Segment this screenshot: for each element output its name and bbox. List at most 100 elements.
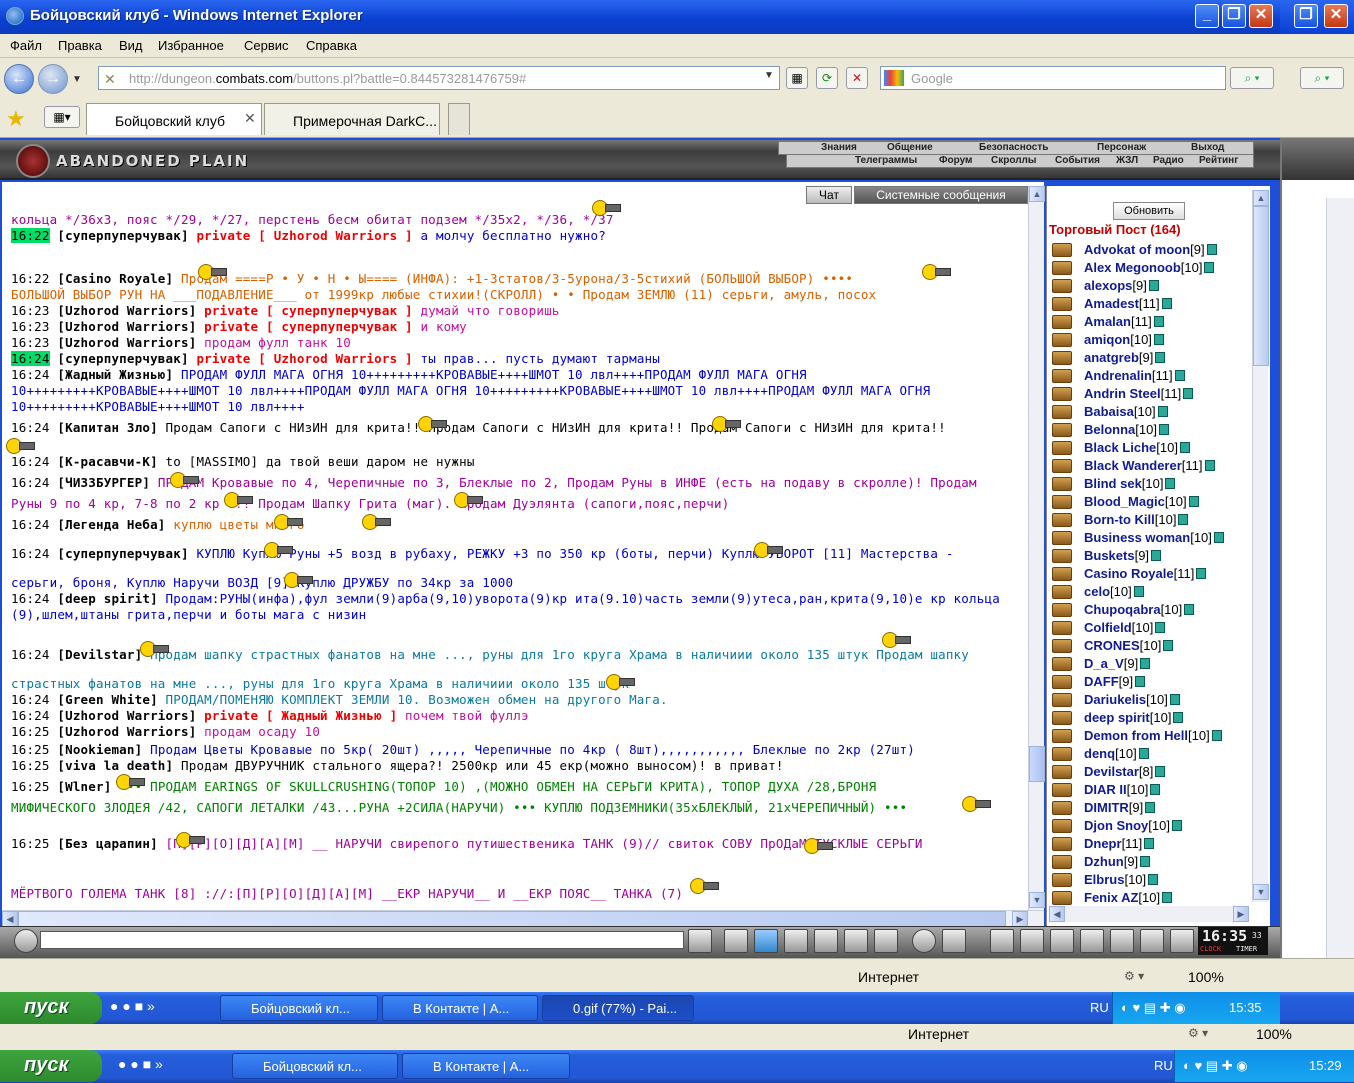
user-nick[interactable]: alexops bbox=[1084, 278, 1132, 293]
user-name[interactable]: alexops[9] bbox=[1084, 278, 1159, 293]
private-message-icon[interactable] bbox=[1052, 423, 1072, 437]
background-task-vkontakte[interactable]: В Контакте | А... bbox=[402, 1053, 570, 1079]
translit-icon[interactable] bbox=[942, 929, 966, 953]
user-nick[interactable]: Amadest bbox=[1084, 296, 1139, 311]
task-vkontakte[interactable]: В Контакте | А... bbox=[382, 995, 538, 1021]
nav-zhzl[interactable]: ЖЗЛ bbox=[1116, 155, 1138, 166]
hand-icon[interactable] bbox=[14, 929, 38, 953]
walk-icon[interactable] bbox=[814, 929, 838, 953]
user-name[interactable]: Belonna[10] bbox=[1084, 422, 1169, 437]
message-author[interactable]: [Wlner] bbox=[57, 779, 111, 794]
user-name[interactable]: Babaisa[10] bbox=[1084, 404, 1168, 419]
private-recipient[interactable]: private [ суперпуперчувак ] bbox=[204, 319, 413, 334]
language-indicator[interactable]: RU bbox=[1090, 1000, 1109, 1015]
info-icon[interactable] bbox=[1211, 730, 1222, 741]
user-nick[interactable]: anatgreb bbox=[1084, 350, 1139, 365]
recent-pages-chevron-icon[interactable]: ▼ bbox=[72, 74, 82, 85]
background-close-button[interactable]: ✕ bbox=[1324, 4, 1348, 28]
scroll-right-icon[interactable]: ▶ bbox=[1012, 911, 1028, 927]
nav-events[interactable]: События bbox=[1055, 155, 1100, 166]
message-author[interactable]: [Devilstar] bbox=[57, 647, 142, 662]
info-icon[interactable] bbox=[1155, 766, 1166, 777]
user-nick[interactable]: Andrin Steel bbox=[1084, 386, 1161, 401]
user-name[interactable]: deep spirit[10] bbox=[1084, 710, 1184, 725]
message-author[interactable]: [Uzhorod Warriors] bbox=[57, 303, 196, 318]
inventory-icon[interactable] bbox=[1050, 929, 1074, 953]
music-icon[interactable] bbox=[874, 929, 898, 953]
private-message-icon[interactable] bbox=[1052, 729, 1072, 743]
private-message-icon[interactable] bbox=[1052, 747, 1072, 761]
user-name[interactable]: Black Liche[10] bbox=[1084, 440, 1190, 455]
tab-darkc[interactable]: Примерочная DarkC... bbox=[264, 103, 440, 135]
stop-icon[interactable]: ✕ bbox=[846, 67, 868, 89]
user-scroll-right-icon[interactable]: ▶ bbox=[1233, 906, 1249, 922]
private-message-icon[interactable] bbox=[1052, 315, 1072, 329]
info-icon[interactable] bbox=[1206, 244, 1217, 255]
forward-button[interactable]: → bbox=[38, 64, 68, 94]
user-name[interactable]: Casino Royale[11] bbox=[1084, 566, 1207, 581]
info-icon[interactable] bbox=[1148, 874, 1159, 885]
user-name[interactable]: Dnepr[11] bbox=[1084, 836, 1155, 851]
message-author[interactable]: [deep spirit] bbox=[57, 591, 157, 606]
address-input[interactable]: http://dungeon.combats.com/buttons.pl?ba… bbox=[98, 66, 780, 90]
info-icon[interactable] bbox=[1133, 586, 1144, 597]
scroll-icon[interactable] bbox=[1020, 929, 1044, 953]
chat-scrollbar[interactable]: ▲ ▼ bbox=[1028, 186, 1045, 910]
new-tab-button[interactable] bbox=[448, 103, 470, 135]
private-recipient[interactable]: private [ Жадный Жизнью ] bbox=[204, 708, 397, 723]
user-nick[interactable]: DIMITR bbox=[1084, 800, 1129, 815]
background-task-fight-club[interactable]: Бойцовский кл... bbox=[232, 1053, 398, 1079]
maximize-button[interactable]: ❐ bbox=[1222, 4, 1246, 28]
info-icon[interactable] bbox=[1144, 838, 1155, 849]
user-name[interactable]: Dariukelis[10] bbox=[1084, 692, 1180, 707]
user-list-hscrollbar[interactable]: ◀ ▶ bbox=[1049, 906, 1249, 922]
user-name[interactable]: Chupoqabra[10] bbox=[1084, 602, 1195, 617]
background-language-indicator[interactable]: RU bbox=[1154, 1058, 1173, 1073]
info-icon[interactable] bbox=[1178, 514, 1189, 525]
task-paint[interactable]: 0.gif (77%) - Pai... bbox=[542, 995, 694, 1021]
info-icon[interactable] bbox=[1169, 694, 1180, 705]
info-icon[interactable] bbox=[1145, 802, 1156, 813]
user-name[interactable]: Colfield[10] bbox=[1084, 620, 1166, 635]
user-nick[interactable]: Black Liche bbox=[1084, 440, 1156, 455]
smiley-icon[interactable] bbox=[912, 929, 936, 953]
info-icon[interactable] bbox=[1148, 280, 1159, 291]
background-zoom-level[interactable]: 100% bbox=[1256, 1026, 1292, 1042]
user-nick[interactable]: Advokat of moon bbox=[1084, 242, 1190, 257]
message-author[interactable]: [Жадный Жизнью] bbox=[57, 367, 173, 382]
info-icon[interactable] bbox=[1153, 334, 1164, 345]
private-message-icon[interactable] bbox=[1052, 459, 1072, 473]
menu-help[interactable]: Справка bbox=[306, 38, 357, 53]
private-message-icon[interactable] bbox=[1052, 837, 1072, 851]
user-name[interactable]: Blood_Magic[10] bbox=[1084, 494, 1199, 509]
user-nick[interactable]: Belonna bbox=[1084, 422, 1135, 437]
user-nick[interactable]: Alex Megonoob bbox=[1084, 260, 1181, 275]
refresh-button[interactable]: Обновить bbox=[1113, 202, 1185, 220]
user-nick[interactable]: amiqon bbox=[1084, 332, 1130, 347]
user-nick[interactable]: Dzhun bbox=[1084, 854, 1124, 869]
user-nick[interactable]: D_a_V bbox=[1084, 656, 1124, 671]
fight-icon[interactable] bbox=[1110, 929, 1134, 953]
private-message-icon[interactable] bbox=[1052, 657, 1072, 671]
info-icon[interactable] bbox=[1196, 568, 1207, 579]
send-icon[interactable] bbox=[688, 929, 712, 953]
user-name[interactable]: Amalan[11] bbox=[1084, 314, 1164, 329]
user-nick[interactable]: Elbrus bbox=[1084, 872, 1124, 887]
private-message-icon[interactable] bbox=[1052, 531, 1072, 545]
user-name[interactable]: D_a_V[9] bbox=[1084, 656, 1151, 671]
user-nick[interactable]: Chupoqabra bbox=[1084, 602, 1161, 617]
info-icon[interactable] bbox=[1173, 712, 1184, 723]
info-icon[interactable] bbox=[1174, 370, 1185, 381]
private-message-icon[interactable] bbox=[1052, 621, 1072, 635]
tab-close-icon[interactable]: ✕ bbox=[244, 110, 256, 127]
info-icon[interactable] bbox=[1163, 640, 1174, 651]
user-name[interactable]: DIMITR[9] bbox=[1084, 800, 1156, 815]
user-name[interactable]: Fenix AZ[10] bbox=[1084, 890, 1173, 905]
background-scrollbar[interactable] bbox=[1326, 198, 1354, 958]
nav-communication[interactable]: Общение bbox=[887, 142, 933, 153]
user-nick[interactable]: Black Wanderer bbox=[1084, 458, 1182, 473]
search-input[interactable]: Google bbox=[880, 66, 1226, 90]
info-icon[interactable] bbox=[1184, 604, 1195, 615]
private-message-icon[interactable] bbox=[1052, 693, 1072, 707]
user-nick[interactable]: denq bbox=[1084, 746, 1115, 761]
